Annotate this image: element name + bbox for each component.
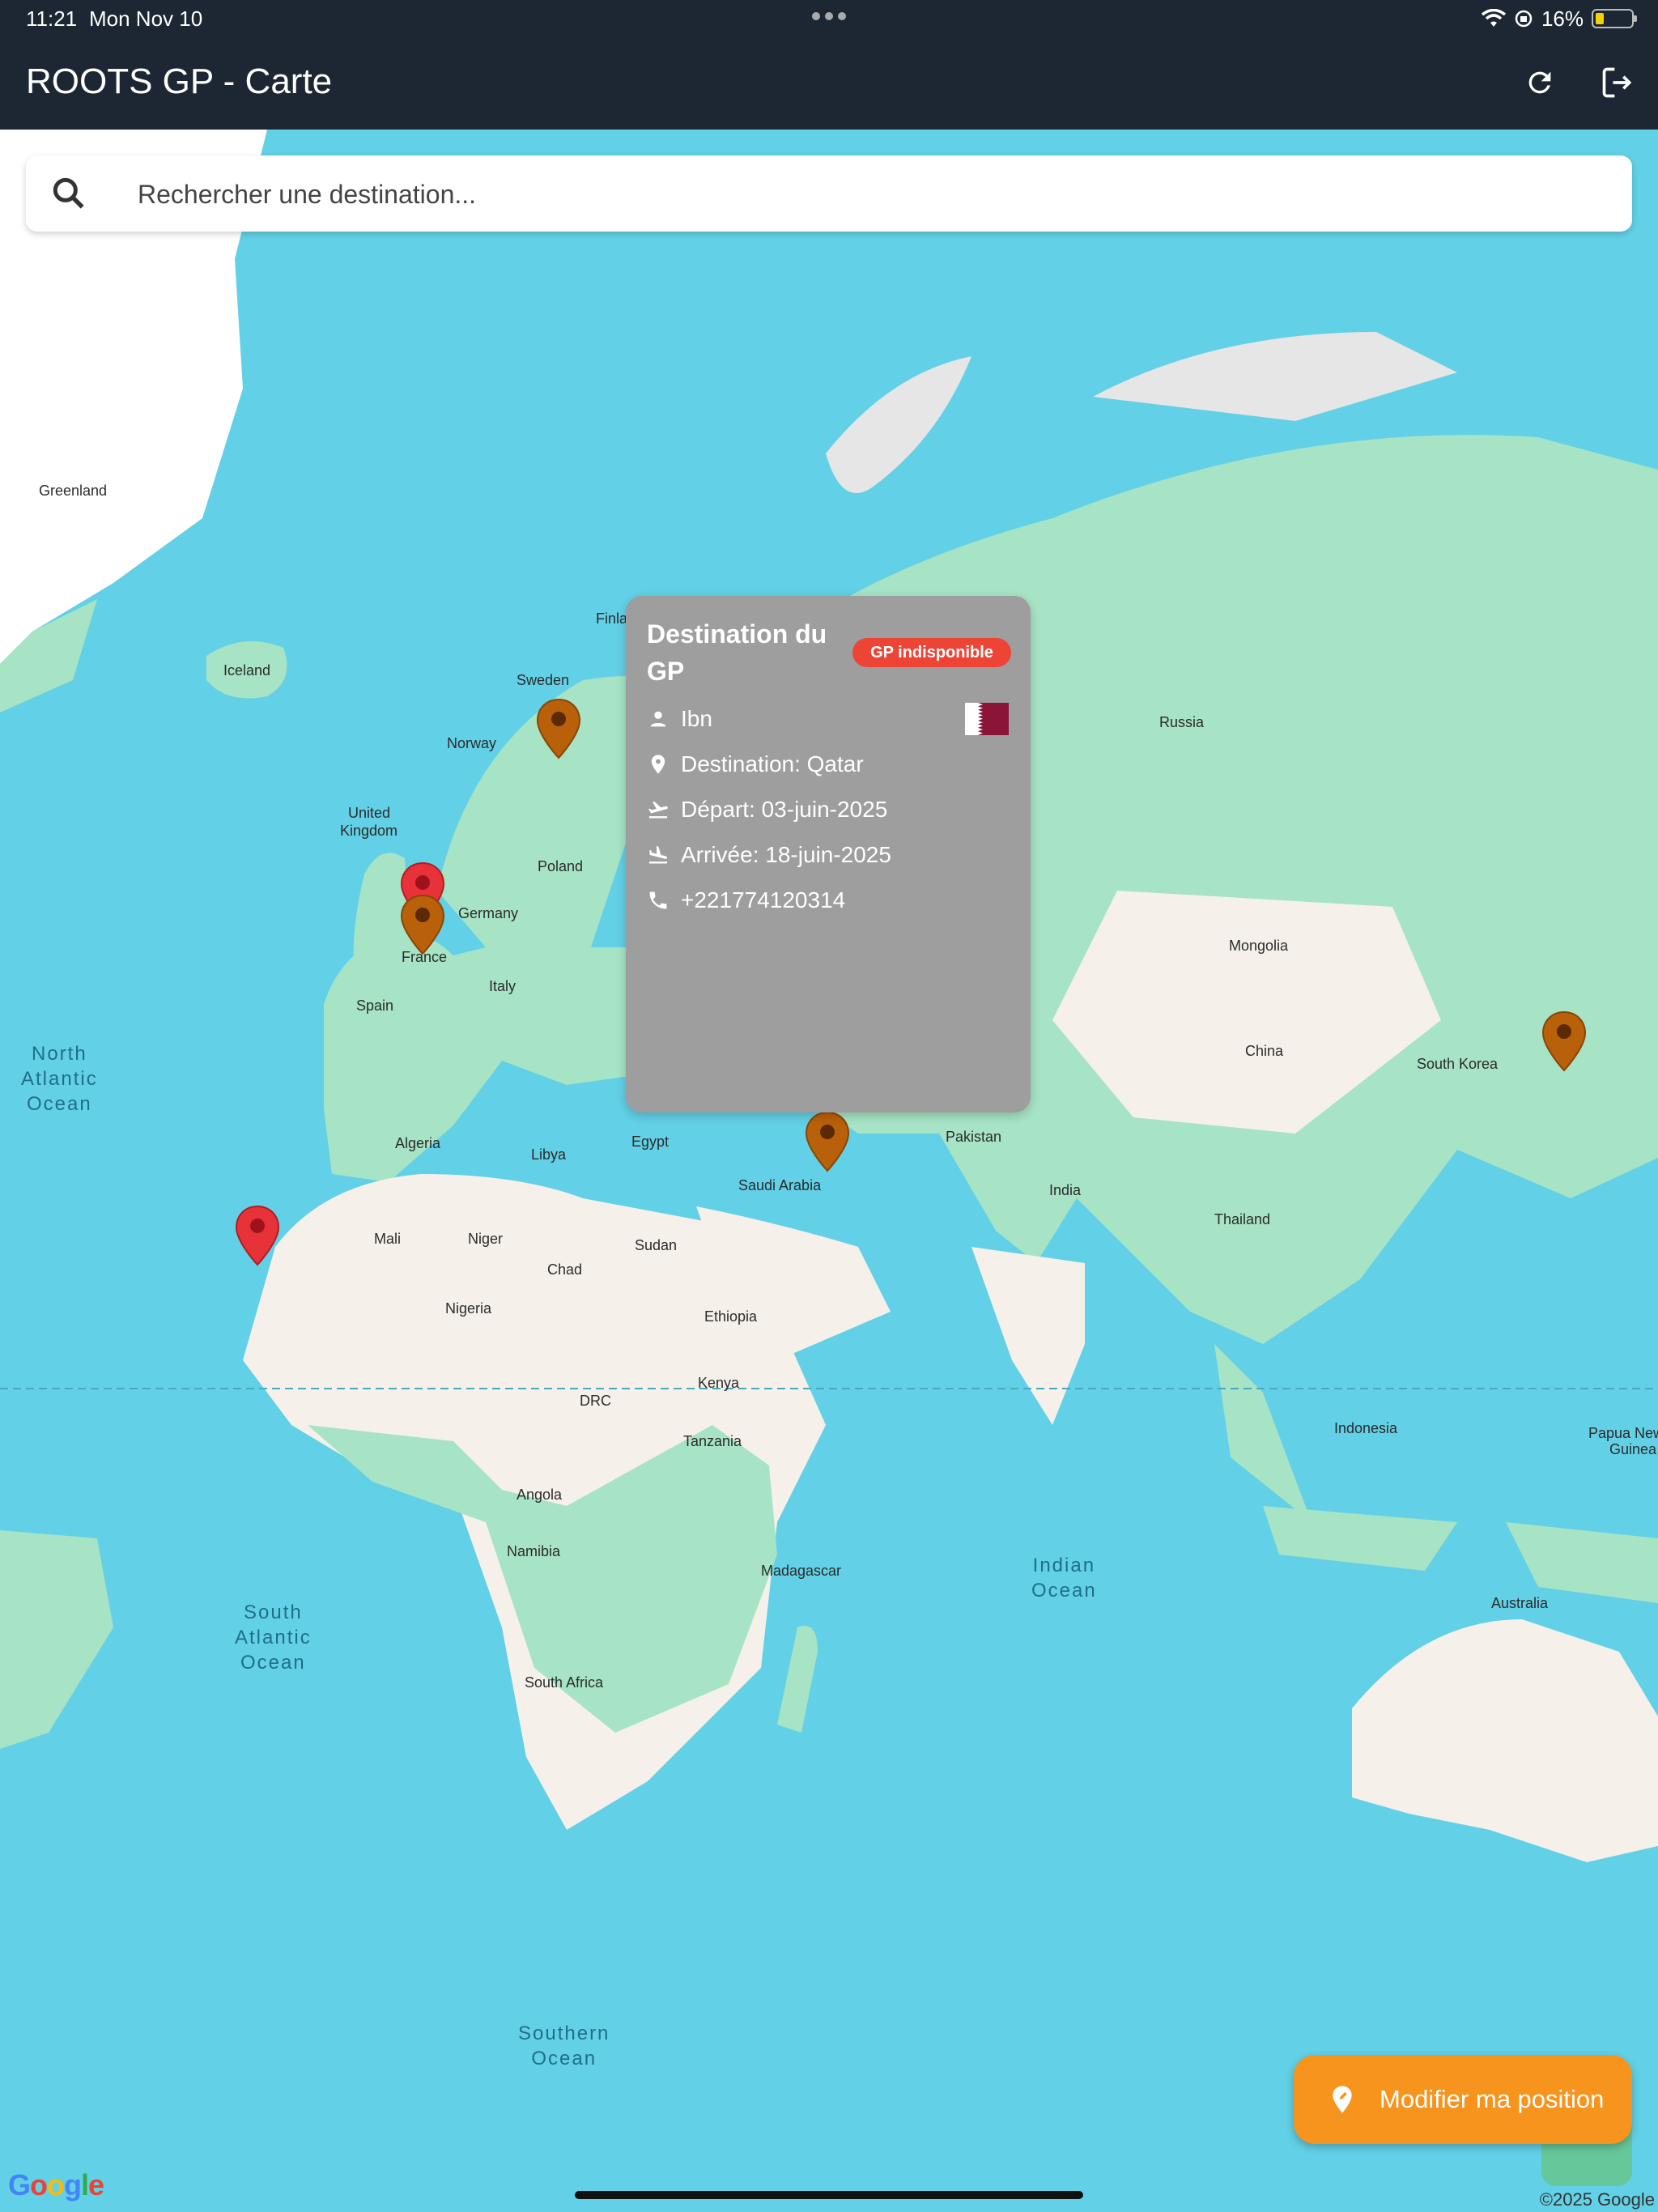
page-title: ROOTS GP - Carte (26, 62, 333, 101)
google-logo: Google (8, 2168, 104, 2201)
edit-location-icon (1333, 2086, 1352, 2113)
map-pin-sweden[interactable] (536, 698, 581, 759)
card-departure: Départ: 03-juin-2025 (681, 797, 888, 822)
map-label-angola: Angola (517, 1487, 563, 1503)
flight-takeoff-icon (648, 801, 668, 819)
map-label-sudan: Sudan (635, 1237, 678, 1253)
map-label-south-korea: South Korea (1417, 1056, 1499, 1072)
map-label-mongolia: Mongolia (1229, 938, 1289, 954)
qatar-flag-icon (965, 703, 1009, 735)
logout-icon (1602, 67, 1632, 98)
map-pin-france[interactable] (400, 894, 445, 955)
map-label-italy: Italy (489, 978, 517, 994)
map-label-ethiopia: Ethiopia (704, 1308, 758, 1325)
map-label-spain: Spain (356, 998, 394, 1014)
map-label-saudi-arabia: Saudi Arabia (738, 1177, 822, 1193)
ocean-label-north-atlantic: North Atlantic Ocean (21, 1043, 98, 1115)
battery-icon (1592, 9, 1637, 28)
map-pin-japan[interactable] (1541, 1010, 1587, 1072)
map-label-pakistan: Pakistan (946, 1129, 1002, 1145)
map-label-nigeria: Nigeria (445, 1300, 492, 1317)
map-label-thailand: Thailand (1214, 1211, 1271, 1227)
edit-position-label: Modifier ma position (1380, 2085, 1605, 2113)
map-label-china: China (1245, 1043, 1284, 1059)
map-label-libya: Libya (531, 1146, 567, 1163)
map-label-norway: Norway (447, 735, 497, 751)
map-label-south-africa: South Africa (525, 1674, 604, 1691)
home-indicator[interactable] (575, 2191, 1083, 2199)
map-label-niger: Niger (468, 1231, 504, 1247)
map-label-tanzania: Tanzania (683, 1433, 742, 1449)
app-bar: ROOTS GP - Carte (0, 37, 1658, 130)
location-pin-icon (651, 755, 665, 774)
map-label-poland: Poland (538, 858, 584, 874)
card-arrival: Arrivée: 18-juin-2025 (681, 842, 891, 867)
wifi-icon (1481, 9, 1506, 27)
flight-land-icon (648, 845, 668, 864)
map-label-russia: Russia (1159, 714, 1205, 730)
map-label-australia: Australia (1491, 1595, 1549, 1611)
map-copyright: ©2025 Google (1539, 2189, 1655, 2210)
card-destination: Destination: Qatar (681, 751, 864, 776)
map-label-mali: Mali (374, 1231, 402, 1247)
map-label-namibia: Namibia (507, 1543, 561, 1559)
map-label-papua-2: Guinea (1609, 1441, 1657, 1457)
logout-button[interactable] (1595, 60, 1640, 105)
search-input[interactable] (136, 168, 1596, 220)
ocean-label-indian: Indian Ocean (1031, 1555, 1097, 1602)
card-title: Destination du GP (647, 619, 827, 686)
map-label-uk-1: United (348, 805, 391, 821)
map-label-madagascar: Madagascar (761, 1563, 842, 1579)
map-label-kenya: Kenya (698, 1375, 740, 1391)
card-phone[interactable]: +221774120314 (681, 887, 845, 913)
status-bar: 11:21 Mon Nov 10 16% (0, 0, 1658, 37)
status-date: Mon Nov 10 (89, 6, 203, 31)
map-label-greenland: Greenland (39, 483, 108, 499)
ocean-label-southern: Southern Ocean (518, 2023, 610, 2069)
phone-icon (649, 891, 667, 909)
ocean-label-south-atlantic: South Atlantic Ocean (235, 1602, 312, 1674)
orientation-lock-icon (1515, 10, 1533, 28)
card-name: Ibn (681, 706, 712, 731)
status-badge: GP indisponible (852, 638, 1011, 667)
edit-position-button[interactable]: Modifier ma position (1294, 2055, 1632, 2144)
multitasking-dots-icon[interactable] (810, 8, 848, 24)
refresh-icon (1528, 71, 1551, 94)
map-label-chad: Chad (547, 1261, 583, 1278)
map-label-germany: Germany (458, 905, 519, 921)
map-label-algeria: Algeria (395, 1135, 441, 1151)
map-pin-senegal[interactable] (235, 1205, 280, 1266)
map-label-indonesia: Indonesia (1334, 1420, 1398, 1436)
map-pin-qatar[interactable] (805, 1111, 850, 1172)
gp-info-card: Destination du GP GP indisponible Ibn De… (626, 596, 1031, 1112)
map-label-drc: DRC (580, 1393, 611, 1409)
map-label-sweden: Sweden (517, 672, 570, 688)
search-icon (53, 177, 84, 209)
map-label-iceland: Iceland (223, 662, 271, 678)
map-label-finland: Finla (596, 610, 628, 627)
person-icon (650, 711, 666, 727)
refresh-button[interactable] (1517, 60, 1562, 105)
map-label-india: India (1049, 1182, 1082, 1198)
map-label-papua-1: Papua New (1588, 1425, 1658, 1441)
battery-percent: 16% (1541, 6, 1584, 31)
map-label-egypt: Egypt (631, 1134, 670, 1150)
status-time: 11:21 (26, 6, 78, 31)
map-label-uk-2: Kingdom (340, 823, 398, 839)
search-bar[interactable] (26, 155, 1632, 232)
